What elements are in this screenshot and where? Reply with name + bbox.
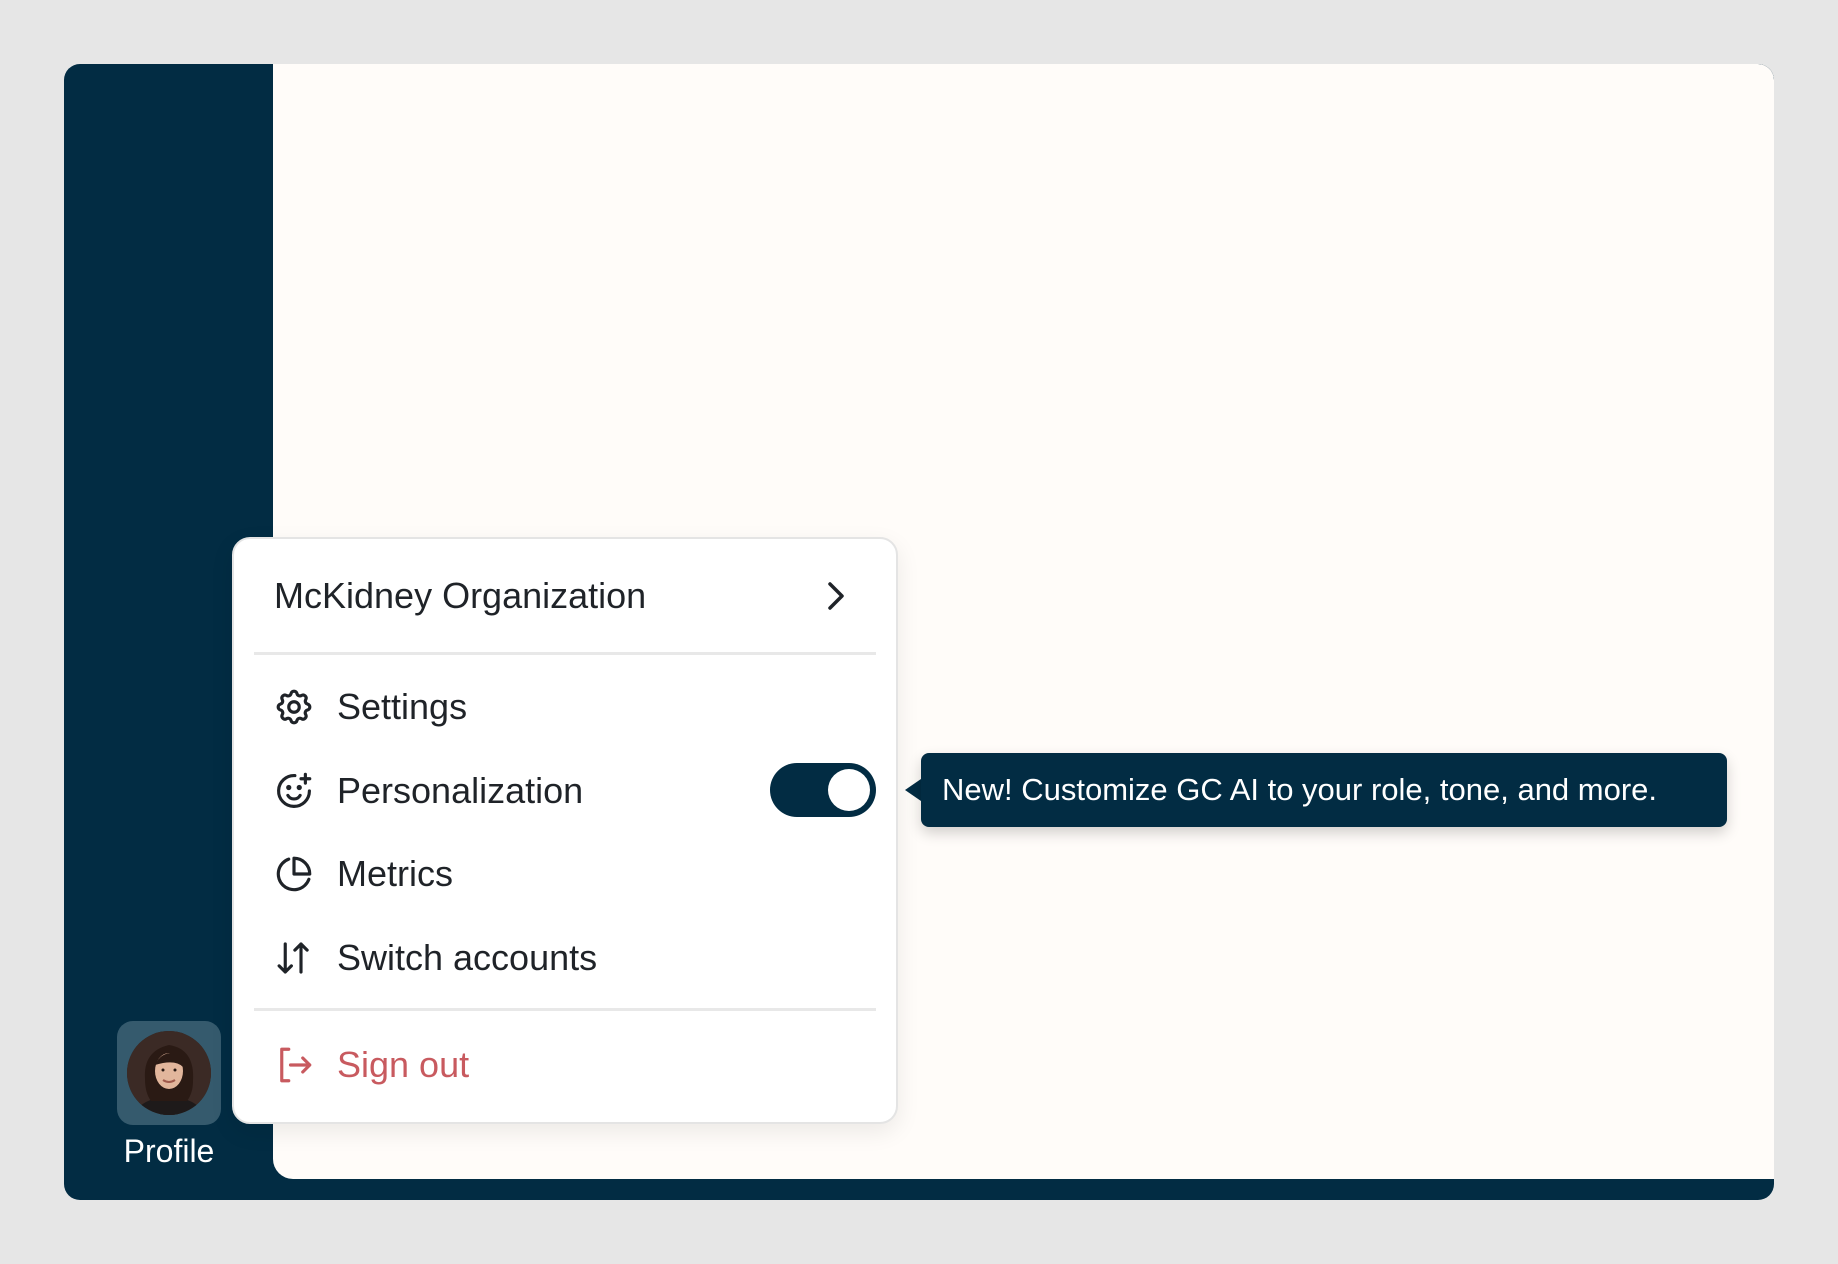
menu-item-metrics[interactable]: Metrics — [254, 834, 876, 914]
tooltip-arrow — [905, 779, 921, 801]
gear-icon — [273, 686, 315, 728]
profile-button[interactable]: Profile — [116, 1021, 222, 1171]
avatar-photo-icon — [127, 1031, 211, 1115]
sign-out-button[interactable]: Sign out — [254, 1025, 876, 1105]
profile-label: Profile — [123, 1133, 215, 1169]
menu-item-label: Personalization — [337, 770, 584, 811]
toggle-knob — [828, 769, 870, 811]
menu-item-label: Metrics — [337, 853, 453, 894]
arrows-up-down-icon — [273, 937, 315, 979]
avatar — [127, 1031, 211, 1115]
pie-chart-icon — [273, 853, 315, 895]
menu-item-label: Settings — [337, 686, 468, 727]
organization-name: McKidney Organization — [274, 575, 647, 616]
menu-item-personalization[interactable]: Personalization — [254, 751, 876, 831]
personalization-toggle[interactable] — [770, 763, 876, 817]
menu-item-settings[interactable]: Settings — [254, 667, 876, 747]
smiley-sparkle-icon — [273, 770, 315, 812]
avatar-tile[interactable] — [117, 1021, 221, 1125]
menu-item-label: Switch accounts — [337, 937, 598, 978]
personalization-tooltip: New! Customize GC AI to your role, tone,… — [921, 753, 1727, 827]
profile-menu: McKidney Organization Settings Personali… — [232, 537, 898, 1124]
organization-switcher[interactable]: McKidney Organization — [254, 539, 876, 653]
menu-divider — [254, 1008, 876, 1011]
chevron-right-icon — [828, 582, 844, 610]
sign-out-label: Sign out — [337, 1044, 470, 1085]
menu-divider — [254, 652, 876, 655]
sign-out-icon — [273, 1044, 315, 1086]
menu-item-switch-accounts[interactable]: Switch accounts — [254, 918, 876, 998]
